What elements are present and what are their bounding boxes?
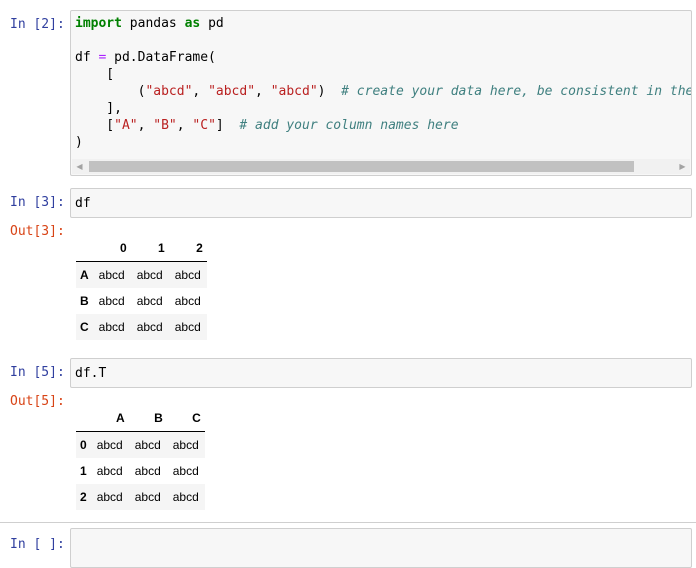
horizontal-scrollbar[interactable]: ◀ ▶ — [72, 159, 690, 174]
code-token: ], — [75, 101, 122, 116]
code-token: , — [192, 84, 209, 99]
code-token: [ — [75, 118, 115, 133]
table-cell: abcd — [172, 464, 199, 478]
code-string: "abcd" — [145, 84, 193, 99]
in-prompt: In [ ]: — [10, 537, 65, 552]
table-cell: abcd — [96, 438, 123, 452]
code-string: "C" — [192, 118, 216, 133]
table-cell: abcd — [134, 438, 161, 452]
scrollbar-thumb[interactable] — [89, 161, 634, 172]
in-prompt: In [2]: — [10, 17, 65, 32]
code-line: ("abcd", "abcd", "abcd") # create your d… — [75, 83, 692, 100]
code-comment: # add your column names here — [239, 118, 459, 133]
table-header-row: ABC — [76, 404, 205, 432]
code-editor[interactable]: df.T — [70, 358, 692, 388]
code-text[interactable]: df.T — [75, 365, 106, 382]
dataframe-output: 0 1 2 Aabcd abcd abcd Babcd abcd abcd Cabcd abcd ab… — [76, 234, 207, 340]
table-row: Cabcd abcd abcd — [76, 314, 207, 340]
table-cell: abcd — [172, 490, 199, 504]
table-cell: abcd — [98, 294, 125, 308]
code-token: pd — [200, 16, 224, 31]
cell-divider — [0, 522, 696, 523]
code-token: [ — [75, 67, 115, 82]
column-header: 0 — [92, 234, 131, 262]
table-row: Babcd abcd abcd — [76, 288, 207, 314]
code-string: "abcd" — [270, 84, 318, 99]
code-editor[interactable]: import pandas as pd df = pd.DataFrame( [… — [70, 10, 692, 176]
column-header: 1 — [130, 234, 169, 262]
table-row: 0 abcd abcd abcd — [76, 431, 205, 458]
table-cell: abcd — [172, 438, 199, 452]
out-prompt: Out[3]: — [10, 224, 65, 239]
code-token: , — [176, 118, 193, 133]
column-header: C — [166, 404, 205, 432]
scroll-right-icon[interactable]: ▶ — [675, 159, 690, 174]
code-token: ( — [75, 84, 146, 99]
table-cell: abcd — [98, 268, 125, 282]
row-index: 0 — [80, 438, 87, 452]
code-text[interactable]: df — [75, 195, 91, 212]
table-row: 1 abcd abcd abcd — [76, 458, 205, 484]
table-row: Aabcd abcd abcd — [76, 261, 207, 288]
column-header: A — [90, 404, 129, 432]
code-cell-3: In [3]: df Out[3]: 0 1 2 Aabcd abcd abcd Babcd… — [0, 188, 696, 348]
table-cell: abcd — [174, 320, 201, 334]
code-line: import pandas as pd — [75, 15, 691, 32]
code-line: [ — [75, 66, 691, 83]
table-cell: abcd — [136, 294, 163, 308]
row-index: 2 — [80, 490, 87, 504]
code-text[interactable]: import pandas as pd df = pd.DataFrame( [… — [75, 15, 692, 151]
table-cell: abcd — [98, 320, 125, 334]
column-header: 2 — [168, 234, 207, 262]
scroll-left-icon[interactable]: ◀ — [72, 159, 87, 174]
code-string: "A" — [114, 118, 138, 133]
code-cell-5: In [5]: df.T Out[5]: A B C 0 abcd abcd abcd 1 ab… — [0, 358, 696, 518]
code-token: pd.DataFrame( — [106, 50, 216, 65]
row-index: 1 — [80, 464, 87, 478]
column-header: B — [128, 404, 167, 432]
table-cell: abcd — [136, 268, 163, 282]
code-editor[interactable] — [70, 528, 692, 568]
in-prompt: In [3]: — [10, 195, 65, 210]
column-header — [76, 404, 91, 432]
table-row: 2 abcd abcd abcd — [76, 484, 205, 510]
code-string: "abcd" — [208, 84, 256, 99]
code-token: , — [255, 84, 271, 99]
table-header-row: 012 — [76, 234, 207, 262]
code-token: ) — [317, 84, 342, 99]
code-comment: # create your data here, be consistent i… — [341, 84, 692, 99]
row-index: B — [80, 294, 89, 308]
table-cell: abcd — [136, 320, 163, 334]
code-token: df — [75, 50, 99, 65]
code-string: "B" — [153, 118, 177, 133]
table-cell: abcd — [134, 464, 161, 478]
code-token: pandas — [121, 16, 185, 31]
code-editor[interactable]: df — [70, 188, 692, 218]
table-cell: abcd — [174, 268, 201, 282]
table-cell: abcd — [96, 464, 123, 478]
column-header — [76, 234, 93, 262]
code-line: df = pd.DataFrame( — [75, 49, 691, 66]
row-index: A — [80, 268, 89, 282]
code-token: , — [137, 118, 154, 133]
code-token: ] — [215, 118, 240, 133]
code-line: ["A", "B", "C"] # add your column names … — [75, 117, 691, 134]
code-keyword: as — [184, 16, 201, 31]
table-cell: abcd — [134, 490, 161, 504]
code-token: ) — [75, 135, 83, 150]
code-cell-empty: In [ ]: — [0, 528, 696, 568]
table-cell: abcd — [174, 294, 201, 308]
table-cell: abcd — [96, 490, 123, 504]
row-index: C — [80, 320, 89, 334]
code-line: ], — [75, 100, 691, 117]
code-line: ) — [75, 134, 691, 151]
out-prompt: Out[5]: — [10, 394, 65, 409]
dataframe-output: A B C 0 abcd abcd abcd 1 abcd abcd abcd 2 abcd abcd ab… — [76, 404, 205, 510]
code-cell-2: In [2]: import pandas as pd df = pd.Data… — [0, 10, 696, 176]
code-keyword: import — [75, 16, 122, 31]
in-prompt: In [5]: — [10, 365, 65, 380]
